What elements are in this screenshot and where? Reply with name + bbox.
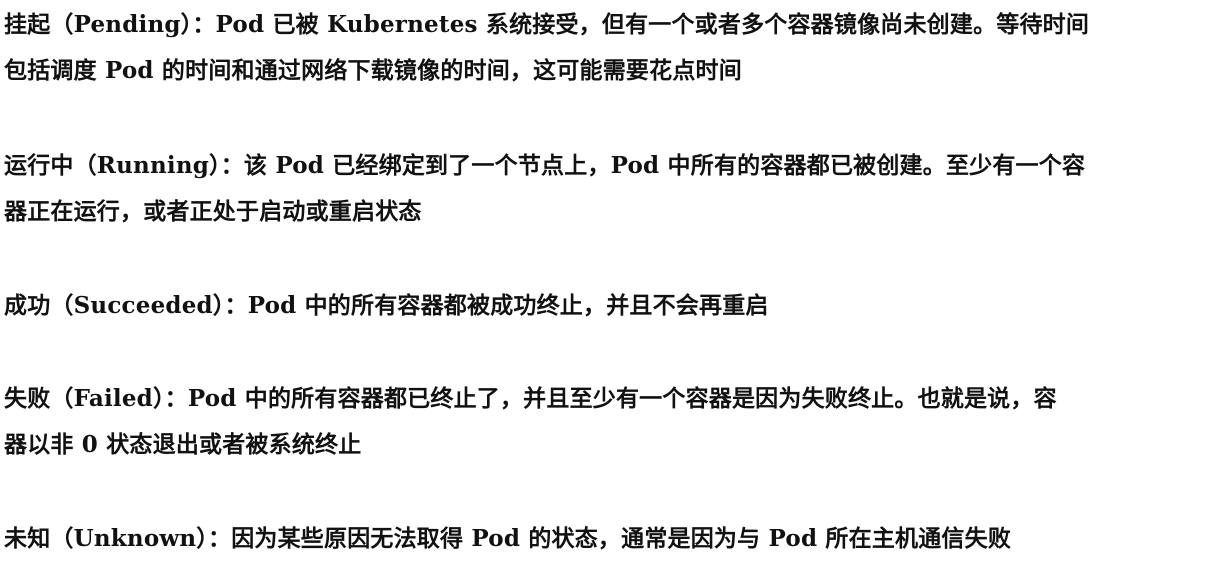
paragraph-line: 器以非 0 状态退出或者被系统终止 (4, 431, 362, 458)
paragraph-running: 运行中（Running）：该 Pod 已经绑定到了一个节点上，Pod 中所有的容… (4, 143, 1204, 235)
paragraph-line: 包括调度 Pod 的时间和通过网络下载镜像的时间，这可能需要花点时间 (4, 57, 742, 84)
paragraph-unknown: 未知（Unknown）：因为某些原因无法取得 Pod 的状态，通常是因为与 Po… (4, 516, 1204, 562)
document-body: 挂起（Pending）：Pod 已被 Kubernetes 系统接受，但有一个或… (0, 0, 1216, 567)
paragraph-pending: 挂起（Pending）：Pod 已被 Kubernetes 系统接受，但有一个或… (4, 2, 1204, 94)
paragraph-line: 成功（Succeeded）：Pod 中的所有容器都被成功终止，并且不会再重启 (4, 292, 769, 319)
paragraph-line: 运行中（Running）：该 Pod 已经绑定到了一个节点上，Pod 中所有的容… (4, 152, 1086, 179)
paragraph-line: 未知（Unknown）：因为某些原因无法取得 Pod 的状态，通常是因为与 Po… (4, 525, 1012, 552)
paragraph-failed: 失败（Failed）：Pod 中的所有容器都已终止了，并且至少有一个容器是因为失… (4, 376, 1204, 468)
paragraph-line: 挂起（Pending）：Pod 已被 Kubernetes 系统接受，但有一个或… (4, 11, 1090, 38)
paragraph-line: 器正在运行，或者正处于启动或重启状态 (4, 198, 422, 225)
paragraph-line: 失败（Failed）：Pod 中的所有容器都已终止了，并且至少有一个容器是因为失… (4, 385, 1057, 412)
paragraph-succeeded: 成功（Succeeded）：Pod 中的所有容器都被成功终止，并且不会再重启 (4, 283, 1204, 329)
